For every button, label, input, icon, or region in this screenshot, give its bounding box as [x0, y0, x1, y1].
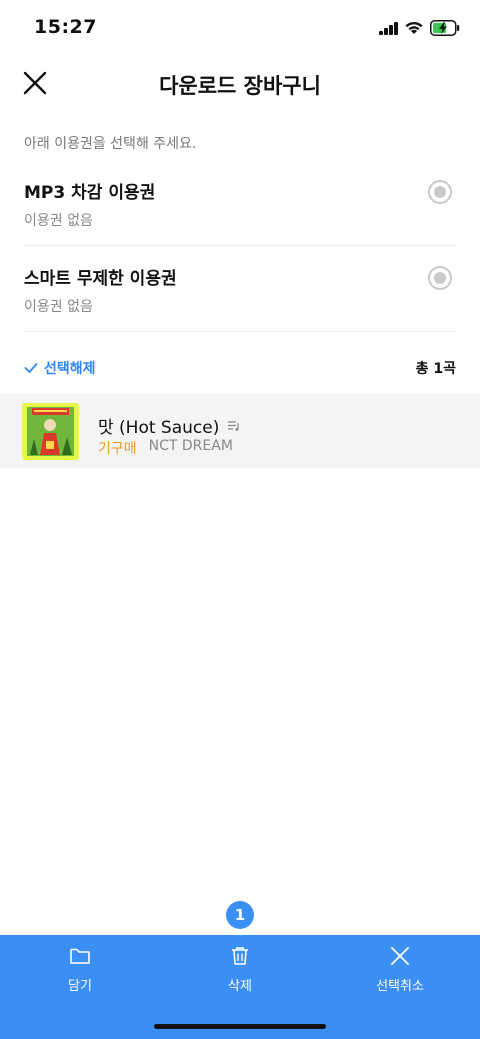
action-label: 선택취소: [376, 979, 424, 994]
deselect-label: 선택해제: [44, 361, 96, 377]
wifi-icon: [404, 20, 424, 35]
cellular-signal-icon: [379, 22, 399, 35]
song-list-item[interactable]: 맛 (Hot Sauce) 기구매 NCT DREAM: [0, 394, 480, 468]
folder-icon: [70, 948, 90, 964]
status-bar: 15:27: [0, 0, 480, 56]
option-subtitle: 이용권 없음: [24, 299, 93, 315]
song-count: 총 1곡: [415, 361, 456, 377]
option-mp3-pass[interactable]: MP3 차감 이용권 이용권 없음: [24, 160, 456, 246]
bottom-action-bar: 담기 삭제 선택취소: [0, 935, 480, 1039]
song-title-wrap: 맛 (Hot Sauce): [98, 413, 241, 438]
song-meta: 기구매 NCT DREAM: [98, 438, 233, 458]
artist-name: NCT DREAM: [148, 438, 233, 454]
option-radio[interactable]: [428, 180, 452, 204]
close-icon: [391, 947, 409, 965]
option-radio[interactable]: [428, 266, 452, 290]
home-indicator: [154, 1024, 326, 1029]
status-time: 15:27: [34, 16, 97, 38]
option-title: MP3 차감 이용권: [24, 183, 156, 203]
album-art: [22, 403, 79, 460]
selected-count-badge: 1: [226, 901, 254, 929]
header: 다운로드 장바구니: [0, 56, 480, 112]
instruction-text: 아래 이용권을 선택해 주세요.: [24, 136, 197, 152]
lyrics-icon[interactable]: [227, 420, 241, 432]
delete-button[interactable]: 삭제: [180, 945, 300, 994]
action-label: 담기: [68, 979, 92, 994]
action-label: 삭제: [228, 979, 252, 994]
battery-charging-icon: [430, 20, 460, 36]
selection-row: 선택해제 총 1곡: [24, 356, 456, 382]
save-to-folder-button[interactable]: 담기: [20, 945, 140, 994]
check-icon: [24, 363, 38, 373]
deselect-all-button[interactable]: 선택해제: [24, 358, 96, 378]
page-title: 다운로드 장바구니: [159, 74, 321, 98]
option-unlimited-pass[interactable]: 스마트 무제한 이용권 이용권 없음: [24, 246, 456, 332]
purchased-badge: 기구매: [98, 441, 137, 457]
option-subtitle: 이용권 없음: [24, 213, 93, 229]
trash-icon: [232, 947, 248, 965]
cancel-selection-button[interactable]: 선택취소: [340, 945, 460, 994]
option-title: 스마트 무제한 이용권: [24, 269, 177, 289]
song-title: 맛 (Hot Sauce): [98, 418, 220, 438]
